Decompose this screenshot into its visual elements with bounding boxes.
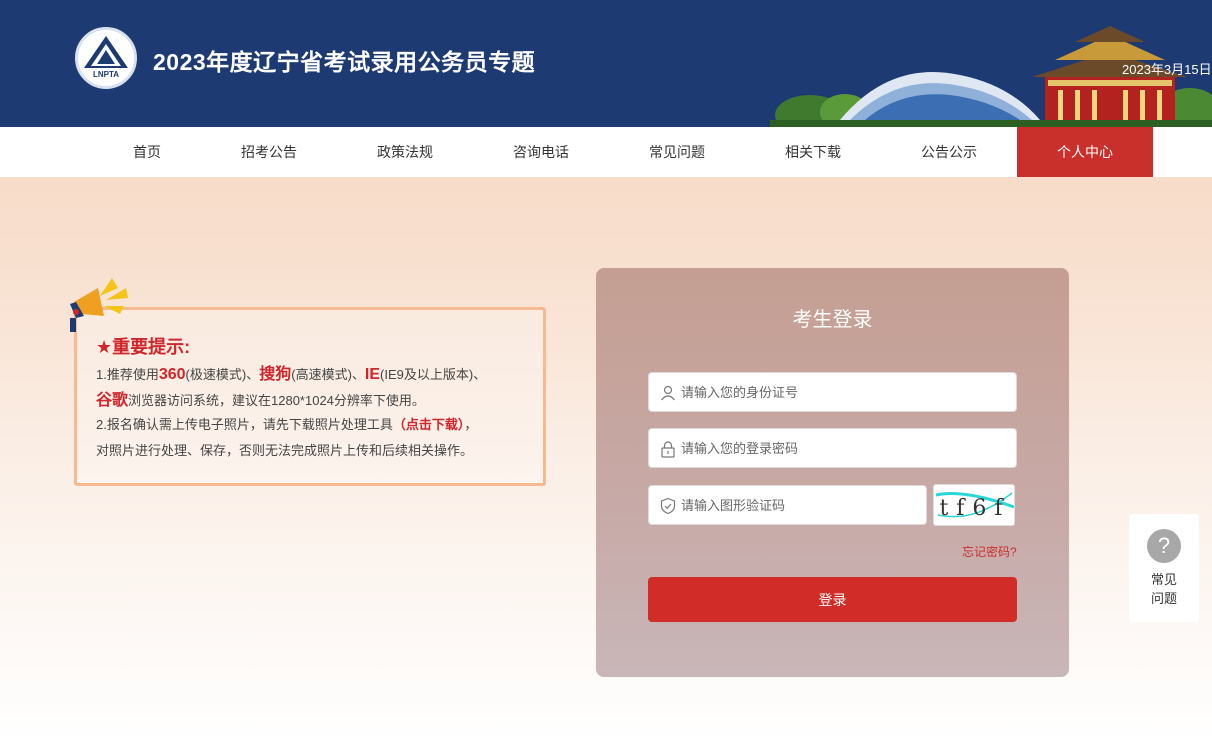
lock-icon xyxy=(661,441,675,458)
id-number-field xyxy=(648,372,1017,412)
nav-downloads[interactable]: 相关下载 xyxy=(745,127,881,177)
notice-line-1: 1.推荐使用360(极速模式)、搜狗(高速模式)、IE(IE9及以上版本)、 xyxy=(96,366,487,383)
current-date: 2023年3月15日 xyxy=(1122,62,1212,77)
site-title: 2023年度辽宁省考试录用公务员专题 xyxy=(153,49,536,75)
lnpta-logo: LNPTA xyxy=(75,27,137,89)
faq-float-button[interactable]: ? 常见问题 xyxy=(1129,514,1199,622)
nav-home[interactable]: 首页 xyxy=(79,127,215,177)
nav-personal-center[interactable]: 个人中心 xyxy=(1017,127,1153,177)
star-icon: ★ xyxy=(96,337,113,357)
captcha-field xyxy=(648,485,927,525)
notice-line-4: 对照片进行处理、保存，否则无法完成照片上传和后续相关操作。 xyxy=(96,443,474,458)
captcha-input[interactable] xyxy=(681,486,921,524)
login-title: 考生登录 xyxy=(792,309,873,331)
id-number-input[interactable] xyxy=(681,373,1011,411)
site-header: LNPTA 2023年度辽宁省考试录用公务员专题 2023年3月15日 xyxy=(0,0,1212,127)
notice-line-3: 2.报名确认需上传电子照片，请先下载照片处理工具（点击下载）， xyxy=(96,417,478,432)
captcha-graphic: tf6f xyxy=(935,492,1014,521)
faq-float-label: 常见问题 xyxy=(1150,572,1177,606)
download-tool-link[interactable]: （点击下载） xyxy=(393,417,465,432)
nav-faq[interactable]: 常见问题 xyxy=(609,127,745,177)
captcha-text: tf6f xyxy=(939,496,1010,521)
notice-line-2: 谷歌浏览器访问系统，建议在1280*1024分辨率下使用。 xyxy=(96,392,425,409)
main-nav: 首页 招考公告 政策法规 咨询电话 常见问题 相关下载 公告公示 个人中心 xyxy=(0,127,1212,177)
question-icon: ? xyxy=(1147,529,1181,563)
nav-policy[interactable]: 政策法规 xyxy=(337,127,473,177)
user-icon xyxy=(661,385,675,401)
captcha-image[interactable]: tf6f xyxy=(933,484,1015,526)
logo-text: LNPTA xyxy=(93,70,119,79)
nav-announcements[interactable]: 公告公示 xyxy=(881,127,1017,177)
nav-contact-phone[interactable]: 咨询电话 xyxy=(473,127,609,177)
password-input[interactable] xyxy=(681,429,1011,467)
login-button[interactable]: 登录 xyxy=(648,577,1017,622)
password-field xyxy=(648,428,1017,468)
nav-recruitment-notice[interactable]: 招考公告 xyxy=(201,127,337,177)
notice-title: ★重要提示: xyxy=(96,337,191,357)
forgot-password-link[interactable]: 忘记密码? xyxy=(962,543,1017,560)
logo-emblem-icon: LNPTA xyxy=(84,36,128,79)
shield-icon xyxy=(660,497,676,515)
